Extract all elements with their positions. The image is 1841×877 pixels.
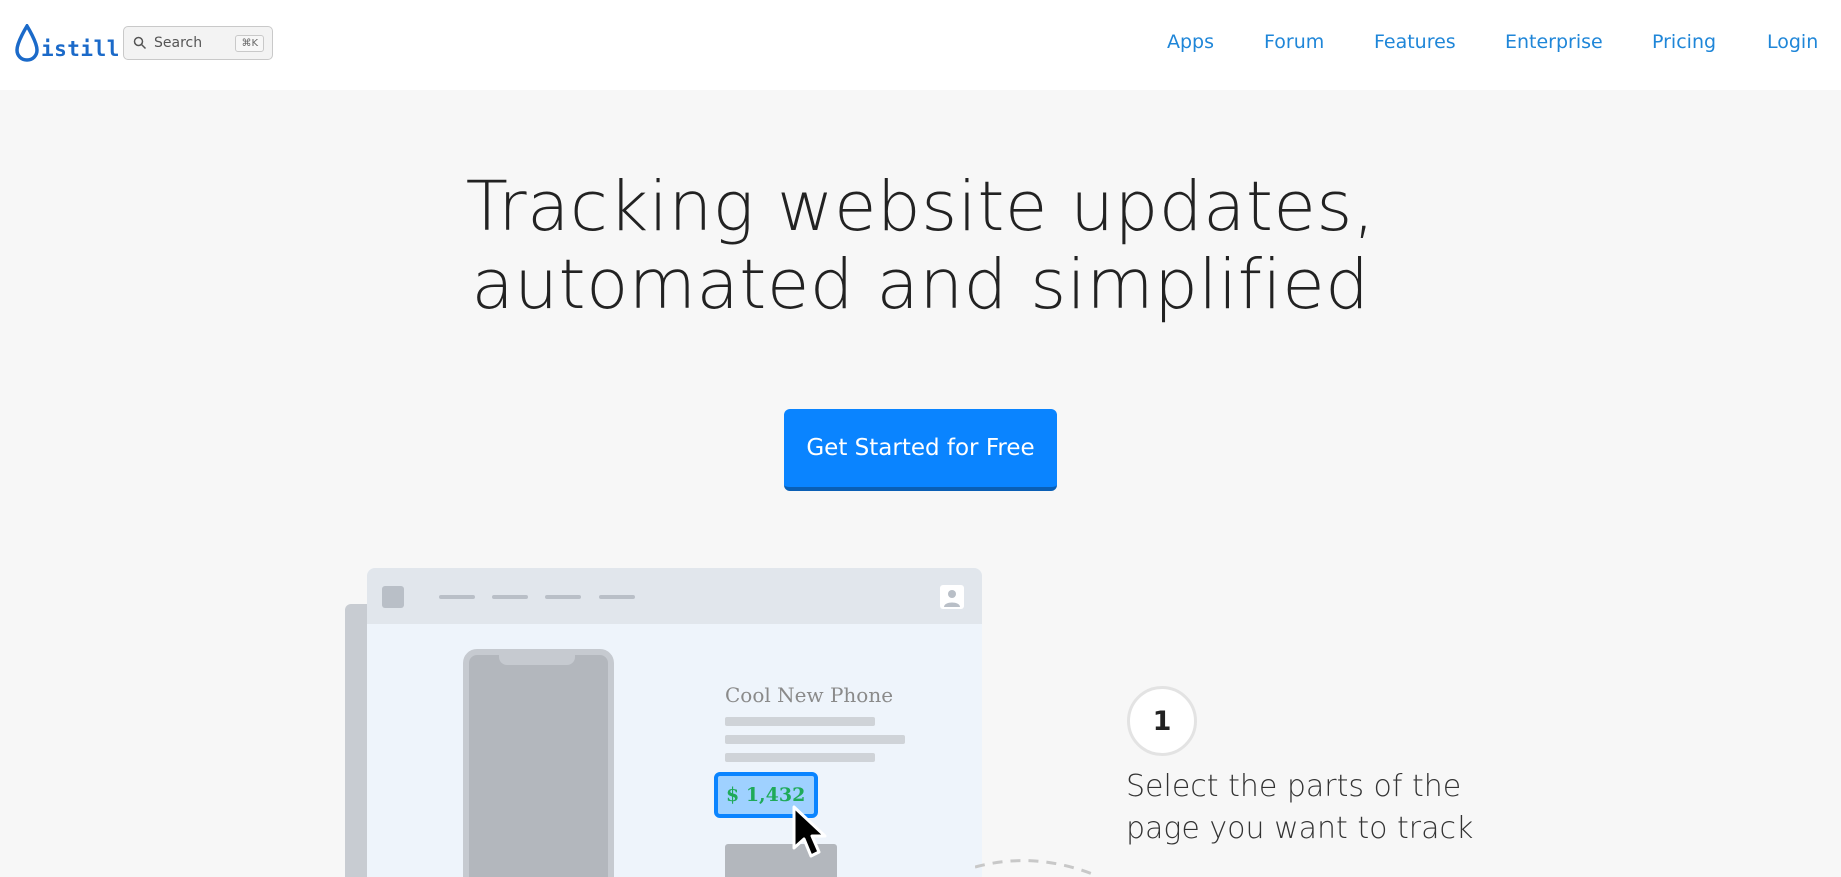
hero-headline-line-2: automated and simplified [471,245,1370,325]
browser-menu-line [599,595,635,599]
search-box[interactable]: Search ⌘K [123,26,273,60]
search-placeholder: Search [154,35,203,51]
text-placeholder-line [725,735,905,744]
logo-wordmark: istill [41,37,120,61]
get-started-button[interactable]: Get Started for Free [784,409,1057,491]
mouse-cursor-icon [792,805,827,858]
browser-menu-line [545,595,581,599]
text-placeholder-line [725,753,875,762]
nav-pricing-link[interactable]: Pricing [1652,31,1716,53]
search-icon [133,36,147,50]
distill-logo[interactable]: istill [14,22,120,62]
dashed-connector [975,859,1095,877]
user-avatar-icon [940,585,964,609]
nav-forum-link[interactable]: Forum [1264,31,1324,53]
selection-illustration: Cool New Phone $ 1,432 [345,568,982,877]
browser-toolbar [367,568,982,624]
browser-favicon [382,586,404,608]
nav-enterprise-link[interactable]: Enterprise [1505,31,1603,53]
hero-headline: Tracking website updates, automated and … [0,168,1841,324]
text-placeholder-line [725,717,875,726]
nav-apps-link[interactable]: Apps [1167,31,1214,53]
browser-mockup: Cool New Phone $ 1,432 [367,568,982,877]
phone-notch [499,653,575,665]
browser-menu-line [492,595,528,599]
top-navigation-bar: istill Search ⌘K Apps Forum Features Ent… [0,0,1841,90]
drop-logo-icon [15,24,39,62]
step-number-badge: 1 [1127,686,1197,756]
nav-login-link[interactable]: Login [1767,31,1818,53]
hero-headline-line-1: Tracking website updates, [465,167,1376,247]
step-description: Select the parts of the page you want to… [1126,769,1474,846]
product-title: Cool New Phone [725,683,894,707]
browser-menu-line [439,595,475,599]
nav-features-link[interactable]: Features [1374,31,1456,53]
search-shortcut-badge: ⌘K [235,35,264,52]
phone-image-placeholder [463,649,614,877]
